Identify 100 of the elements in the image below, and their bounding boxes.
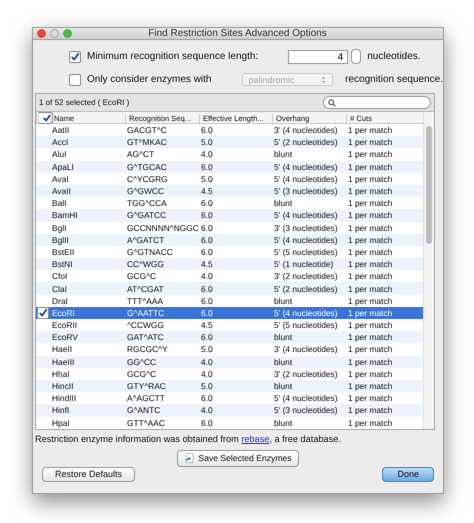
table-row[interactable]: HhaI GCG^C 4.0 3' (2 nucleotides) 1 per match xyxy=(36,368,423,380)
table-cell-text: 1 per match xyxy=(347,234,394,245)
table-row[interactable]: AvaII G^GWCC 4.5 5' (3 nucleotides) 1 per match xyxy=(36,184,423,198)
table-cell-text: 1 per match xyxy=(347,418,394,428)
checkbox[interactable] xyxy=(69,74,81,86)
updown-icon xyxy=(321,76,326,84)
table-cell-text: 5' (1 nucleotide) xyxy=(273,259,334,270)
done-button[interactable]: Done xyxy=(382,466,434,482)
table-row[interactable]: BstNI CC^WGG 4.5 5' (1 nucleotide) 1 per match xyxy=(36,258,423,270)
table-row[interactable]: HaeII RGCGC^Y 5.0 3' (4 nucleotides) 1 per match xyxy=(36,343,423,356)
table-cell-text: HinfI xyxy=(51,405,70,416)
table-cell-text: 6.0 xyxy=(200,162,214,172)
checkbox[interactable] xyxy=(69,50,81,62)
rebase-link[interactable]: rebase xyxy=(241,434,270,444)
table-row[interactable]: BglII A^GATCT 6.0 5' (4 nucleotides) 1 per match xyxy=(36,234,423,246)
table-row[interactable]: EcoRI G^AATTC 6.0 5' (4 nucleotides) 1 per match xyxy=(36,306,423,319)
stepper[interactable] xyxy=(351,49,362,64)
info-text: Restriction enzyme information was obtained from rebase, a free database. xyxy=(35,434,342,444)
table-cell-text: A^AGCTT xyxy=(126,393,166,404)
table-cell-text: EcoRII xyxy=(51,320,78,330)
table-cell-text: 4.0 xyxy=(200,356,214,367)
table-cell-text: 6.0 xyxy=(200,125,214,136)
table-cell-text: BstNI xyxy=(51,259,74,270)
table-cell-text: HindIII xyxy=(51,393,78,404)
table-row[interactable]: BglI GCCNNNN^NGGC 6.0 3' (3 nucleotides) 1 per match xyxy=(36,222,423,234)
table-cell-text: 5' (4 nucleotides) xyxy=(273,174,339,184)
table-cell-text: 6.0 xyxy=(200,393,214,404)
table-cell-text: HaeIII xyxy=(51,356,76,367)
table-cell-text: 3' (2 nucleotides) xyxy=(273,368,339,379)
table-cell-text: AG^CT xyxy=(126,149,156,160)
checkbox[interactable] xyxy=(37,306,49,319)
table-cell-text: 1 per match xyxy=(347,174,394,184)
zoom-icon[interactable] xyxy=(63,29,72,38)
table-cell-text: 1 per match xyxy=(347,393,394,404)
table-row[interactable]: ClaI AT^CGAT 6.0 5' (2 nucleotides) 1 per match xyxy=(36,282,423,295)
search-field[interactable] xyxy=(323,96,431,109)
table-row[interactable]: CfoI GCG^C 4.0 3' (2 nucleotides) 1 per match xyxy=(36,270,423,282)
table-cell-text: 4.5 xyxy=(200,320,214,330)
table-cell-text: G^TGCAC xyxy=(126,162,168,172)
selection-status: 1 of 52 selected ( EcoRI ) xyxy=(39,98,130,107)
table-row[interactable]: DraI TTT^AAA 6.0 blunt 1 per match xyxy=(36,294,423,307)
table-row[interactable]: BstEII G^GTNACC 6.0 5' (5 nucleotides) 1 per match xyxy=(36,246,423,258)
table-cell-text: GCG^C xyxy=(126,271,158,282)
table-cell-text: AluI xyxy=(51,149,68,160)
table-cell-text: 5' (4 nucleotides) xyxy=(273,308,339,318)
table-cell-text: G^AATTC xyxy=(126,308,166,318)
table-cell-text: 1 per match xyxy=(347,344,394,354)
save-enzymes-button[interactable]: Save Selected Enzymes xyxy=(177,450,299,467)
table-row[interactable]: HinfI G^ANTC 4.0 5' (3 nucleotides) 1 per match xyxy=(36,404,423,416)
restore-button[interactable]: Restore Defaults xyxy=(42,466,136,482)
table-cell-text: CC^WGG xyxy=(126,259,165,270)
table-cell-text: 1 per match xyxy=(347,162,394,172)
table-row[interactable]: EcoRV GAT^ATC 6.0 blunt 1 per match xyxy=(36,331,423,344)
table-cell-text: 1 per match xyxy=(347,308,394,318)
option-label: Only consider enzymes with xyxy=(87,74,212,85)
length-field[interactable]: 4 xyxy=(288,50,348,64)
minimize-icon[interactable] xyxy=(50,29,59,38)
table-cell-text: 1 per match xyxy=(347,381,394,392)
table-row[interactable]: BamHI G^GATCC 6.0 5' (4 nucleotides) 1 per match xyxy=(36,209,423,222)
table-cell-text: blunt xyxy=(273,198,294,208)
table-row[interactable]: HpaI GTT^AAC 6.0 blunt 1 per match xyxy=(36,416,423,429)
checkbox[interactable] xyxy=(38,112,52,124)
table-row[interactable]: HincII GTY^RAC 5.0 blunt 1 per match xyxy=(36,380,423,392)
close-icon[interactable] xyxy=(37,29,46,38)
table-cell-text: 5' (4 nucleotides) xyxy=(273,162,339,172)
table-row[interactable]: ApaLI G^TGCAC 6.0 5' (4 nucleotides) 1 per match xyxy=(36,160,423,173)
table-row[interactable]: HaeIII GG^CC 4.0 blunt 1 per match xyxy=(36,356,423,368)
table-cell-text: G^GATCC xyxy=(126,210,168,220)
table-cell-text: BstEII xyxy=(51,246,76,257)
table-row[interactable]: HindIII A^AGCTT 6.0 5' (4 nucleotides) 1 per match xyxy=(36,392,423,404)
table-cell-text: GCG^C xyxy=(126,368,158,379)
table-row[interactable]: AluI AG^CT 4.0 blunt 1 per match xyxy=(36,148,423,161)
table-cell-text: 4.5 xyxy=(200,259,214,270)
table-cell-text: 1 per match xyxy=(347,332,394,342)
table-cell-text: 1 per match xyxy=(347,198,394,208)
table-cell-text: 4.0 xyxy=(200,405,214,416)
unit-label: nucleotides. xyxy=(367,51,421,62)
table-cell-text: GG^CC xyxy=(126,356,158,367)
table-cell-text: HaeII xyxy=(51,344,74,354)
scrollbar[interactable] xyxy=(423,112,434,429)
table-cell-text: 5' (2 nucleotides) xyxy=(273,137,339,148)
table-cell-text: blunt xyxy=(273,296,294,306)
table-cell-text: 1 per match xyxy=(347,222,394,233)
table-cell-text: AT^CGAT xyxy=(126,284,165,294)
table-cell-text: 6.0 xyxy=(200,222,214,233)
table-cell-text: 1 per match xyxy=(347,210,394,220)
table-row[interactable]: AatII GACGT^C 6.0 3' (4 nucleotides) 1 per match xyxy=(36,124,423,136)
table-cell-text: BalI xyxy=(51,198,68,208)
table-cell-text: G^ANTC xyxy=(126,405,162,416)
table-cell-text: 3' (3 nucleotides) xyxy=(273,222,339,233)
table-cell-text: 5.0 xyxy=(200,381,214,392)
table-row[interactable]: BalI TGG^CCA 6.0 blunt 1 per match xyxy=(36,197,423,210)
table-cell-text: ^CCWGG xyxy=(126,320,165,330)
save-icon xyxy=(184,453,194,464)
option-label: Minimum recognition sequence length: xyxy=(87,51,258,62)
table-row[interactable]: AccI GT^MKAC 5.0 5' (2 nucleotides) 1 per match xyxy=(36,136,423,148)
table-cell-text: 1 per match xyxy=(347,405,394,416)
table-row[interactable]: EcoRII ^CCWGG 4.5 5' (5 nucleotides) 1 per match xyxy=(36,319,423,332)
table-row[interactable]: AvaI C^YCGRG 5.0 5' (4 nucleotides) 1 per match xyxy=(36,172,423,185)
table-cell-text: RGCGC^Y xyxy=(126,344,169,354)
